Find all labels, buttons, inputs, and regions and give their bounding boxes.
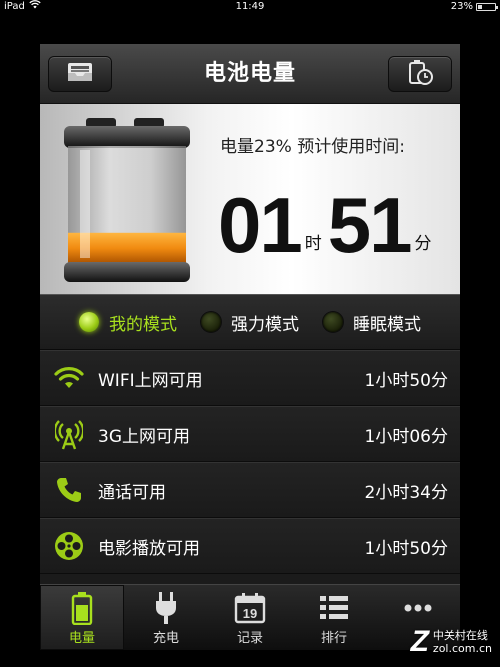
header-bar: 电池电量 bbox=[40, 44, 460, 104]
mode-option-sleep[interactable]: 睡眠模式 bbox=[323, 310, 421, 335]
zol-watermark: Z 中关村在线 zol.com.cn bbox=[411, 625, 492, 659]
status-battery-icon bbox=[476, 3, 498, 11]
film-reel-icon bbox=[52, 529, 86, 563]
tab-label: 排行 bbox=[320, 631, 347, 646]
mode-label: 我的模式 bbox=[109, 314, 177, 335]
list-icon bbox=[316, 591, 352, 625]
usage-value: 1小时50分 bbox=[364, 370, 448, 391]
mode-option-power[interactable]: 强力模式 bbox=[201, 310, 299, 335]
usage-label: 电影播放可用 bbox=[98, 538, 200, 559]
status-battery-percent: 23% bbox=[450, 1, 473, 12]
usage-label: 通话可用 bbox=[98, 482, 166, 503]
usage-row-3g[interactable]: 3G上网可用 1小时06分 bbox=[40, 406, 460, 462]
hours-value: 01 bbox=[218, 181, 303, 269]
minutes-unit: 分 bbox=[414, 234, 432, 254]
mode-label: 睡眠模式 bbox=[353, 314, 421, 335]
battery-level-graphic bbox=[58, 114, 196, 286]
plug-icon bbox=[148, 591, 184, 625]
usage-label: WIFI上网可用 bbox=[98, 370, 203, 391]
bottom-tab-bar: 电量 充电 19 记录 排行 bbox=[40, 584, 460, 650]
usage-value: 2小时34分 bbox=[364, 482, 448, 503]
mode-indicator-dot bbox=[201, 312, 221, 332]
mode-indicator-dot bbox=[323, 312, 343, 332]
status-bar: iPad 11:49 23% bbox=[0, 0, 500, 14]
tab-records[interactable]: 19 记录 bbox=[208, 585, 292, 650]
battery-clock-icon bbox=[405, 58, 435, 90]
tab-charge[interactable]: 充电 bbox=[124, 585, 208, 650]
usage-value: 1小时06分 bbox=[364, 426, 448, 447]
watermark-line1: 中关村在线 bbox=[432, 629, 488, 642]
mode-selector: 我的模式 强力模式 睡眠模式 bbox=[40, 294, 460, 350]
tab-battery[interactable]: 电量 bbox=[40, 585, 124, 650]
remaining-time: 01 时 51 分 bbox=[218, 166, 438, 266]
usage-row-movie[interactable]: 电影播放可用 1小时50分 bbox=[40, 518, 460, 574]
usage-row-call[interactable]: 通话可用 2小时34分 bbox=[40, 462, 460, 518]
calendar-day: 19 bbox=[243, 606, 257, 621]
usage-estimates-list: WIFI上网可用 1小时50分 3G上网可用 1小时06分 通话可用 2小时34… bbox=[40, 350, 460, 574]
watermark-logo: Z bbox=[410, 625, 429, 658]
usage-value: 1小时50分 bbox=[364, 538, 448, 559]
minutes-value: 51 bbox=[327, 181, 413, 269]
phone-icon bbox=[52, 473, 86, 507]
battery-status-panel: 电量23% 预计使用时间: 01 时 51 分 bbox=[40, 104, 460, 294]
watermark-line2: zol.com.cn bbox=[432, 642, 492, 655]
status-time: 11:49 bbox=[235, 1, 265, 12]
tab-label: 记录 bbox=[236, 631, 263, 646]
wifi-icon bbox=[52, 361, 86, 395]
mode-indicator-dot bbox=[79, 312, 99, 332]
battery-clock-button[interactable] bbox=[388, 56, 452, 92]
usage-label: 3G上网可用 bbox=[98, 426, 190, 447]
tab-label: 充电 bbox=[152, 631, 179, 646]
mode-label: 强力模式 bbox=[231, 314, 299, 335]
battery-icon bbox=[64, 591, 100, 625]
battery-app: 电池电量 电量23% 预计使用时间: 01 时 51 分 我的模式 强力模式 睡… bbox=[40, 44, 460, 650]
mode-option-my[interactable]: 我的模式 bbox=[79, 310, 177, 335]
more-icon bbox=[400, 591, 436, 625]
cell-tower-icon bbox=[52, 417, 86, 451]
hours-unit: 时 bbox=[304, 234, 322, 254]
tab-ranking[interactable]: 排行 bbox=[292, 585, 376, 650]
usage-row-wifi[interactable]: WIFI上网可用 1小时50分 bbox=[40, 350, 460, 406]
calendar-icon: 19 bbox=[232, 591, 268, 625]
estimate-label: 电量23% 预计使用时间: bbox=[220, 137, 405, 157]
tab-label: 电量 bbox=[68, 631, 95, 646]
